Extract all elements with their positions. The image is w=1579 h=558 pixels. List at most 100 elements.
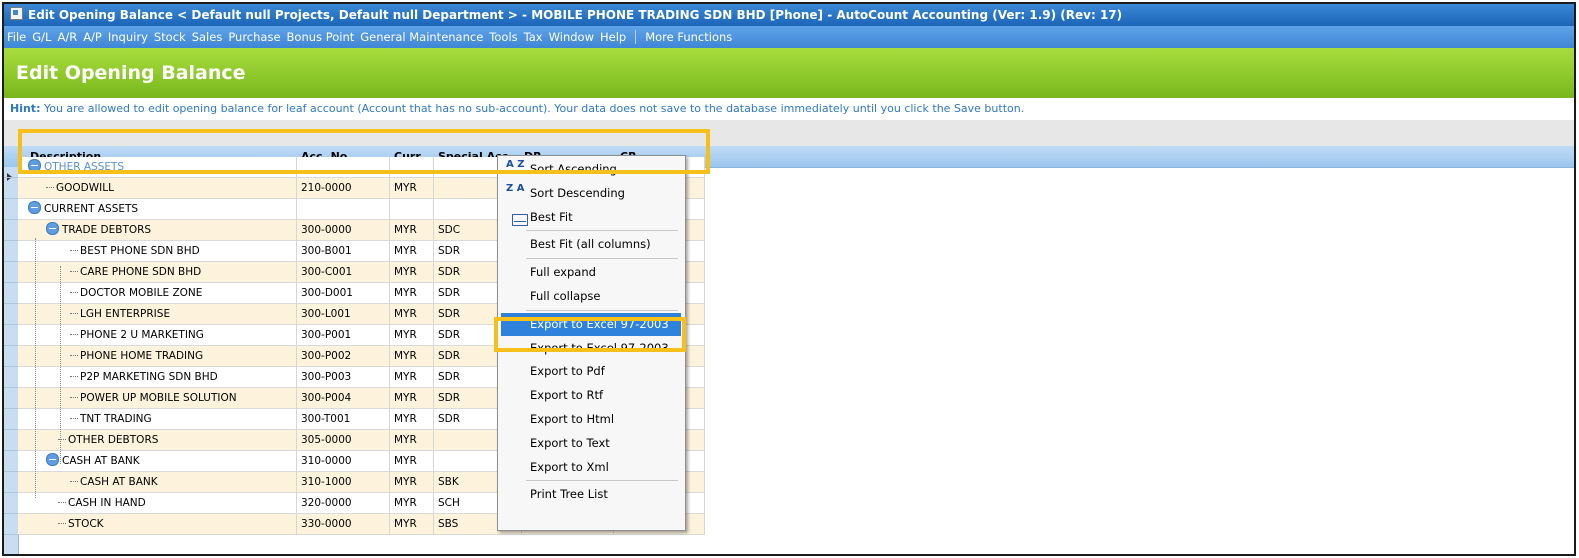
menu-window[interactable]: Window (546, 30, 597, 44)
cell-curr[interactable]: MYR (390, 304, 434, 325)
cell-acc-no[interactable]: 310-0000 (297, 451, 390, 472)
cell-acc-no[interactable]: 300-L001 (297, 304, 390, 325)
cell-curr[interactable]: MYR (390, 325, 434, 346)
menu-general-maintenance[interactable]: General Maintenance (357, 30, 486, 44)
cell-curr[interactable]: MYR (390, 346, 434, 367)
cell-curr[interactable]: MYR (390, 430, 434, 451)
menu-item-full-collapse[interactable]: Full collapse (501, 285, 681, 308)
row-indicator-separator (4, 219, 18, 220)
cell-acc-no[interactable]: 320-0000 (297, 493, 390, 514)
collapse-node-icon[interactable] (46, 453, 59, 466)
cell-curr[interactable]: MYR (390, 262, 434, 283)
tree-connector (46, 187, 54, 189)
row-description-text: CARE PHONE SDN BHD (80, 266, 202, 278)
menu-tools[interactable]: Tools (486, 30, 520, 44)
collapse-node-icon[interactable] (46, 222, 59, 235)
cell-acc-no[interactable]: 330-0000 (297, 514, 390, 535)
menu-file[interactable]: File (4, 30, 29, 44)
row-indicator-separator (4, 492, 18, 493)
menu-item-best-fit[interactable]: Best Fit (501, 206, 681, 229)
cell-acc-no[interactable]: 300-B001 (297, 241, 390, 262)
menu-item-label: Export to Html (530, 412, 615, 426)
tree-connector (70, 481, 78, 483)
menu-help[interactable]: Help (597, 30, 629, 44)
row-indicator-separator (4, 513, 18, 514)
cell-curr[interactable]: MYR (390, 472, 434, 493)
cell-acc-no[interactable]: 300-0000 (297, 220, 390, 241)
menu-a-r[interactable]: A/R (54, 30, 80, 44)
menu-item-print-tree-list[interactable]: Print Tree List (501, 483, 681, 506)
cell-acc-no[interactable]: 300-T001 (297, 409, 390, 430)
menu-more-functions[interactable]: More Functions (642, 30, 735, 44)
row-indicator-separator (4, 303, 18, 304)
row-description-text: STOCK (68, 518, 104, 530)
menu-purchase[interactable]: Purchase (225, 30, 283, 44)
menu-item-export-to-text[interactable]: Export to Text (501, 432, 681, 455)
menu-bonus-point[interactable]: Bonus Point (284, 30, 358, 44)
cell-acc-no[interactable]: 300-D001 (297, 283, 390, 304)
menu-item-label: Export to Rtf (530, 388, 604, 403)
row-indicator-separator (4, 408, 18, 409)
title-bar: Edit Opening Balance < Default null Proj… (4, 4, 1574, 26)
row-description-text: TRADE DEBTORS (62, 224, 152, 236)
cell-acc-no[interactable]: 300-P003 (297, 367, 390, 388)
menu-item-best-fit-all-columns[interactable]: Best Fit (all columns) (501, 233, 681, 256)
menu-g-l[interactable]: G/L (29, 30, 54, 44)
page-title: Edit Opening Balance (4, 48, 1574, 98)
cell-acc-no[interactable]: 210-0000 (297, 178, 390, 199)
menu-item-export-to-pdf[interactable]: Export to Pdf (501, 360, 681, 383)
hint-bar: Hint: You are allowed to edit opening ba… (4, 98, 1574, 120)
menu-item-sort-descending[interactable]: Z A Sort Descending (501, 182, 681, 205)
menu-item-label: Full collapse (530, 289, 601, 303)
menu-a-p[interactable]: A/P (80, 30, 105, 44)
cell-acc-no[interactable]: 300-C001 (297, 262, 390, 283)
cell-description[interactable]: STOCK (18, 514, 297, 535)
menu-stock[interactable]: Stock (151, 30, 189, 44)
cell-acc-no[interactable] (297, 199, 390, 220)
row-indicator-separator (4, 366, 18, 367)
tree-list-grid[interactable]: Description Acc. No. Curr. Special Acc. … (4, 146, 1574, 554)
cell-description[interactable]: GOODWILL (18, 178, 297, 199)
row-description-text: PHONE HOME TRADING (80, 350, 204, 362)
cell-curr[interactable]: MYR (390, 178, 434, 199)
menu-item-export-to-html[interactable]: Export to Html (501, 408, 681, 431)
cell-acc-no[interactable]: 300-P002 (297, 346, 390, 367)
tree-guide-line (60, 266, 62, 464)
menu-item-label: Full expand (530, 265, 596, 280)
menu-item-full-expand[interactable]: Full expand (501, 261, 681, 284)
cell-curr[interactable]: MYR (390, 493, 434, 514)
cell-curr[interactable]: MYR (390, 283, 434, 304)
menu-item-export-to-rtf[interactable]: Export to Rtf (501, 384, 681, 407)
cell-curr[interactable]: MYR (390, 367, 434, 388)
cell-curr[interactable] (390, 199, 434, 220)
app-icon (10, 7, 23, 20)
menu-item-label: Export to Text (530, 435, 610, 450)
cell-acc-no[interactable]: 305-0000 (297, 430, 390, 451)
cell-curr[interactable]: MYR (390, 220, 434, 241)
row-indicator-separator (4, 261, 18, 262)
tree-connector (70, 271, 78, 273)
menu-item-export-to-xml[interactable]: Export to Xml (501, 456, 681, 479)
collapse-node-icon[interactable] (28, 201, 41, 214)
cell-description[interactable]: CASH IN HAND (18, 493, 297, 514)
cell-acc-no[interactable]: 310-1000 (297, 472, 390, 493)
row-indicator-separator (4, 471, 18, 472)
cell-curr[interactable]: MYR (390, 514, 434, 535)
cell-acc-no[interactable]: 300-P001 (297, 325, 390, 346)
cell-description[interactable]: TRADE DEBTORS (18, 220, 297, 241)
menu-inquiry[interactable]: Inquiry (105, 30, 151, 44)
cell-curr[interactable]: MYR (390, 409, 434, 430)
menu-sales[interactable]: Sales (189, 30, 226, 44)
row-description-text: PHONE 2 U MARKETING (80, 329, 204, 341)
row-description-text: TNT TRADING (80, 413, 152, 425)
cell-curr[interactable]: MYR (390, 241, 434, 262)
cell-acc-no[interactable]: 300-P004 (297, 388, 390, 409)
cell-description[interactable]: CURRENT ASSETS (18, 199, 297, 220)
row-indicator-separator (4, 450, 18, 451)
cell-curr[interactable]: MYR (390, 451, 434, 472)
cell-curr[interactable]: MYR (390, 388, 434, 409)
cell-description[interactable]: BEST PHONE SDN BHD (18, 241, 297, 262)
menu-tax[interactable]: Tax (521, 30, 546, 44)
row-description-text: CASH AT BANK (80, 476, 158, 488)
cell-description[interactable]: CASH AT BANK (18, 472, 297, 493)
